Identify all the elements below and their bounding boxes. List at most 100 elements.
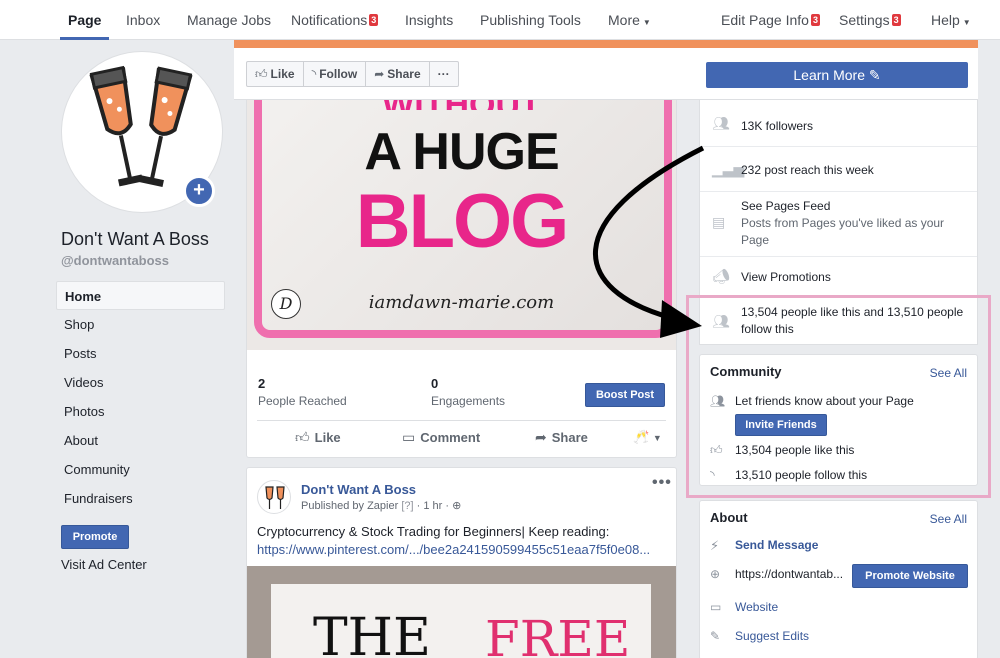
more-options-button[interactable]: ··· [430, 62, 458, 86]
thumbs-up-icon: 👍︎ [295, 429, 310, 445]
browser-icon: ▭ [710, 600, 722, 614]
view-promotions-row[interactable]: 📣︎ View Promotions [700, 257, 977, 297]
visit-ad-center-link[interactable]: Visit Ad Center [61, 557, 147, 572]
promote-website-button[interactable]: Promote Website [852, 564, 968, 588]
image-url-text: iamdawn-marie.com [368, 292, 555, 313]
invite-friends-button[interactable]: Invite Friends [735, 414, 827, 436]
newsfeed-icon: ▤ [712, 214, 726, 230]
rss-icon: ◝ [311, 67, 317, 81]
community-title: Community [710, 364, 782, 379]
people-reached-stat: 2 People Reached [258, 376, 347, 408]
caret-down-icon: ▼ [652, 433, 662, 443]
people-icon: 👥︎ [712, 313, 730, 329]
page-avatar-small-icon: 🥂 [633, 429, 650, 444]
promote-button[interactable]: Promote [61, 525, 129, 549]
website-url[interactable]: https://dontwantab... [735, 567, 843, 581]
follows-count: 13,510 people follow this [735, 468, 868, 482]
tab-settings[interactable]: Settings 3 [839, 0, 901, 40]
tab-publishing-tools[interactable]: Publishing Tools [480, 0, 581, 40]
post-author[interactable]: Don't Want A Boss [301, 482, 416, 497]
website-link[interactable]: Website [735, 600, 778, 614]
help-marker[interactable]: [?] [401, 500, 413, 512]
tab-insights[interactable]: Insights [405, 0, 453, 40]
publisher-link[interactable]: Zapier [367, 500, 398, 512]
sidebar-item-community[interactable]: Community [56, 455, 225, 484]
post-image[interactable]: THE FREE [247, 566, 676, 658]
pencil-icon: ✎ [868, 67, 881, 83]
globe-icon: ⊕ [710, 567, 721, 581]
page-stats-panel: 👥︎ 13K followers ▁▃▅ 232 post reach this… [699, 100, 978, 345]
like-page-button[interactable]: 👍︎ Like [247, 62, 304, 86]
post-card: Don't Want A Boss Published by Zapier [?… [246, 467, 677, 658]
globe-icon: ⊕ [452, 500, 462, 512]
follow-page-button[interactable]: ◝ Follow [304, 62, 367, 86]
sidebar-item-home[interactable]: Home [56, 281, 225, 310]
sidebar-item-shop[interactable]: Shop [56, 310, 225, 339]
post-reach-row[interactable]: ▁▃▅ 232 post reach this week [700, 147, 977, 192]
pages-feed-row[interactable]: ▤ See Pages Feed Posts from Pages you've… [700, 192, 977, 257]
people-reached-label: People Reached [258, 394, 347, 408]
sidebar-item-about[interactable]: About [56, 426, 225, 455]
thumbs-up-icon: 👍︎ [255, 67, 268, 81]
caret-down-icon: ▼ [642, 18, 651, 27]
likes-count: 13,504 people like this [735, 443, 855, 457]
image-text: BLOG [355, 179, 570, 264]
tab-manage-jobs[interactable]: Manage Jobs [187, 0, 271, 40]
divider [257, 420, 666, 421]
page-handle[interactable]: @dontwantaboss [61, 253, 169, 268]
suggest-edits-link[interactable]: Suggest Edits [735, 629, 809, 643]
champagne-glasses-icon [265, 486, 285, 509]
people-reached-value: 2 [258, 376, 266, 391]
messenger-icon: ⚡︎ [710, 538, 720, 553]
post-time[interactable]: 1 hr [423, 500, 442, 512]
sidebar-item-videos[interactable]: Videos [56, 368, 225, 397]
about-panel: About See All ⚡︎ Send Message ⊕ https://… [699, 500, 978, 658]
like-button[interactable]: 👍︎ Like [295, 429, 341, 446]
cover-photo [234, 40, 978, 48]
comment-icon: ▭ [402, 429, 416, 445]
about-title: About [710, 510, 748, 525]
community-see-all-link[interactable]: See All [930, 366, 967, 380]
people-icon: 👥︎ [710, 394, 726, 408]
share-page-button[interactable]: ➦ Share [366, 62, 430, 86]
followers-row: 👥︎ 13K followers [700, 100, 977, 147]
notifications-badge: 3 [369, 14, 379, 26]
tab-edit-page-info[interactable]: Edit Page Info 3 [721, 0, 820, 40]
rss-icon: ◝ [710, 468, 715, 482]
author-avatar[interactable] [257, 480, 291, 514]
likes-follows-row: 👥︎ 13,504 people like this and 13,510 pe… [712, 305, 964, 336]
sidebar-item-posts[interactable]: Posts [56, 339, 225, 368]
send-message-link[interactable]: Send Message [735, 538, 818, 552]
post-link[interactable]: https://www.pinterest.com/.../bee2a24159… [257, 542, 667, 557]
about-see-all-link[interactable]: See All [930, 512, 967, 526]
boost-post-button[interactable]: Boost Post [585, 383, 665, 407]
image-text: FREE [485, 610, 631, 658]
share-arrow-icon: ➦ [374, 67, 385, 81]
tab-inbox[interactable]: Inbox [126, 0, 160, 40]
engagements-stat: 0 Engagements [431, 376, 505, 408]
post-options-button[interactable]: ••• [652, 474, 672, 492]
community-panel: Community See All 👥︎ Let friends know ab… [699, 354, 978, 486]
add-photo-icon[interactable]: + [183, 175, 215, 207]
tab-more[interactable]: More ▼ [608, 0, 651, 40]
tab-notifications[interactable]: Notifications 3 [291, 0, 379, 40]
tab-page[interactable]: Page [59, 0, 111, 40]
post-as-selector[interactable]: 🥂 ▼ [633, 429, 662, 445]
invite-prompt: Let friends know about your Page [735, 394, 914, 408]
page-action-bar: 👍︎ Like ◝ Follow ➦ Share ··· Learn More ✎ [234, 48, 978, 100]
image-text: THE [313, 608, 431, 658]
sidebar-item-photos[interactable]: Photos [56, 397, 225, 426]
page-title: Don't Want A Boss [61, 229, 209, 249]
tab-help[interactable]: Help ▼ [931, 0, 971, 40]
share-arrow-icon: ➦ [535, 429, 547, 445]
settings-badge: 3 [891, 14, 901, 26]
post-image[interactable]: WITHOUT A HUGE BLOG D iamdawn-marie.com [247, 100, 676, 350]
left-navigation: Home Shop Posts Videos Photos About Comm… [56, 281, 225, 513]
learn-more-button[interactable]: Learn More ✎ [706, 62, 968, 88]
share-button[interactable]: ➦ Share [535, 429, 588, 446]
comment-button[interactable]: ▭ Comment [402, 429, 480, 446]
bar-chart-icon: ▁▃▅ [712, 161, 745, 177]
engagements-label: Engagements [431, 394, 506, 408]
sidebar-item-fundraisers[interactable]: Fundraisers [56, 484, 225, 513]
image-text: WITHOUT [247, 100, 676, 110]
